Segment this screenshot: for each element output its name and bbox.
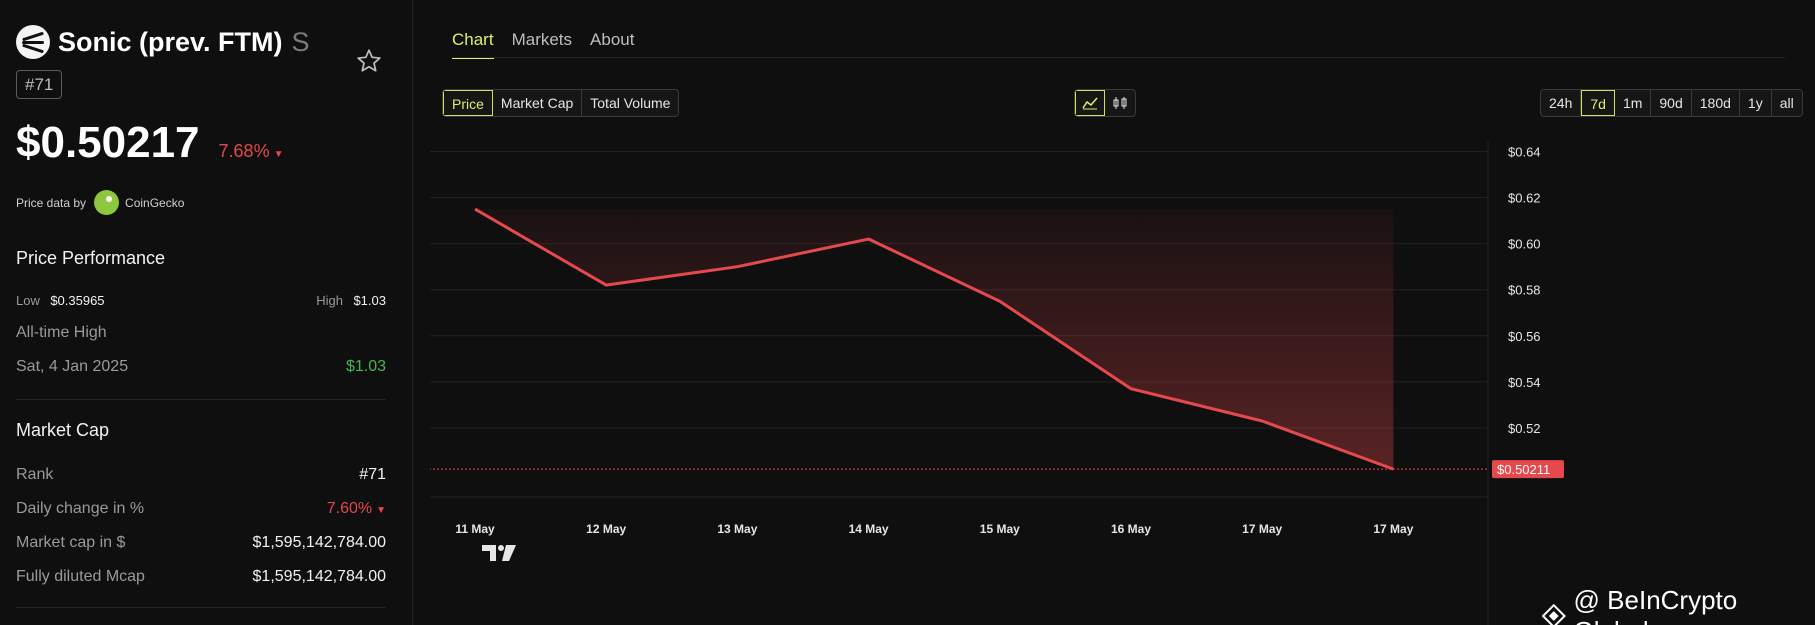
- tradingview-logo-icon: [482, 545, 516, 561]
- coin-symbol: S: [291, 26, 310, 57]
- tab-markets[interactable]: Markets: [512, 30, 572, 59]
- price-button[interactable]: Price: [443, 90, 493, 116]
- market-cap-row: Rank #71: [16, 466, 386, 484]
- range-1m-button[interactable]: 1m: [1615, 90, 1652, 116]
- time-range-toggle: 24h 7d 1m 90d 180d 1y all: [1540, 89, 1803, 117]
- range-all-button[interactable]: all: [1772, 90, 1802, 116]
- row-label: Rank: [16, 466, 54, 483]
- metric-toggle: Price Market Cap Total Volume: [442, 89, 680, 117]
- coin-name: Sonic (prev. FTM): [58, 26, 283, 57]
- ath-label-row: All-time High: [16, 324, 386, 342]
- market-cap-row: Daily change in % 7.60% ▼: [16, 500, 386, 518]
- range-1y-button[interactable]: 1y: [1740, 90, 1772, 116]
- x-tick-label: 14 May: [849, 522, 889, 536]
- y-tick-label: $0.52: [1508, 421, 1541, 436]
- total-volume-button[interactable]: Total Volume: [582, 90, 678, 116]
- sonic-logo-icon: [16, 25, 50, 59]
- x-tick-label: 12 May: [586, 522, 626, 536]
- low-value: $0.35965: [50, 293, 105, 308]
- market-cap-row: Market cap in $ $1,595,142,784.00: [16, 534, 386, 552]
- current-price-tag-text: $0.50211: [1497, 462, 1550, 477]
- y-tick-label: $0.60: [1508, 237, 1541, 252]
- x-tick-label: 15 May: [980, 522, 1020, 536]
- ath-value: $1.03: [345, 358, 386, 375]
- y-tick-label: $0.58: [1508, 283, 1541, 298]
- divider: [16, 607, 386, 608]
- row-value: #71: [359, 466, 386, 483]
- price-performance-title: Price Performance: [16, 248, 166, 268]
- price-row: $0.50217 7.68% ▼: [16, 118, 283, 168]
- row-value: 7.60%: [326, 500, 373, 517]
- high-label: High: [316, 293, 343, 308]
- tab-chart[interactable]: Chart: [452, 30, 494, 59]
- row-label: Market cap in $: [16, 534, 126, 551]
- row-value: $1,595,142,784.00: [252, 534, 386, 551]
- ath-row: Sat, 4 Jan 2025 $1.03: [16, 358, 386, 376]
- price-change: 7.68%: [218, 141, 270, 161]
- low-high-row: Low $0.35965 High $1.03: [16, 292, 386, 310]
- coin-info-panel: Sonic (prev. FTM) S #71 $0.50217 7.68% ▼…: [0, 0, 412, 625]
- high-value: $1.03: [353, 293, 386, 308]
- x-tick-label: 16 May: [1111, 522, 1151, 536]
- down-arrow-icon: ▼: [273, 149, 284, 160]
- price-data-label: Price data by: [16, 195, 87, 210]
- y-tick-label: $0.62: [1508, 191, 1541, 206]
- range-24h-button[interactable]: 24h: [1541, 90, 1582, 116]
- provider-name[interactable]: CoinGecko: [125, 196, 184, 210]
- range-180d-button[interactable]: 180d: [1692, 90, 1740, 116]
- candlestick-icon[interactable]: [1105, 90, 1135, 116]
- star-icon[interactable]: [356, 48, 382, 74]
- coingecko-logo-icon: [94, 190, 120, 215]
- tab-about[interactable]: About: [590, 30, 634, 59]
- price-area-fill: [475, 209, 1394, 470]
- x-tick-label: 17 May: [1242, 522, 1282, 536]
- ath-date: Sat, 4 Jan 2025: [16, 358, 129, 375]
- divider: [16, 399, 386, 400]
- row-label: Daily change in %: [16, 500, 145, 517]
- chart-type-toggle: [1074, 89, 1136, 117]
- watermark-text: @ BeInCrypto Global: [1573, 585, 1738, 625]
- rank-badge: #71: [16, 70, 63, 99]
- tab-underline: [452, 57, 1785, 58]
- y-tick-label: $0.54: [1508, 375, 1541, 390]
- range-90d-button[interactable]: 90d: [1651, 90, 1692, 116]
- x-tick-label: 17 May: [1373, 522, 1413, 536]
- range-7d-button[interactable]: 7d: [1581, 90, 1615, 116]
- x-tick-label: 13 May: [717, 522, 757, 536]
- watermark: @ BeInCrypto Global: [1542, 585, 1815, 625]
- down-arrow-icon: ▼: [376, 505, 386, 516]
- price-source: Price data by CoinGecko: [16, 190, 184, 215]
- row-value: $1,595,142,784.00: [252, 568, 386, 585]
- y-tick-label: $0.56: [1508, 329, 1541, 344]
- coin-title: Sonic (prev. FTM) S: [16, 22, 310, 62]
- x-tick-label: 11 May: [455, 522, 495, 536]
- panel-divider: [412, 0, 413, 625]
- ath-label: All-time High: [16, 324, 107, 341]
- tab-bar: Chart Markets About: [452, 30, 634, 59]
- beincrypto-logo-icon: [1542, 604, 1566, 625]
- y-tick-label: $0.64: [1508, 145, 1541, 160]
- row-label: Fully diluted Mcap: [16, 568, 145, 585]
- current-price: $0.50217: [16, 118, 200, 167]
- line-chart-icon[interactable]: [1075, 90, 1105, 116]
- low-label: Low: [16, 293, 40, 308]
- price-chart[interactable]: $0.64 $0.62 $0.60 $0.58 $0.56 $0.54 $0.52 11 M…: [405, 130, 1800, 625]
- price-chart-svg[interactable]: $0.64 $0.62 $0.60 $0.58 $0.56 $0.54 $0.52 11 M…: [405, 130, 1800, 625]
- market-cap-button[interactable]: Market Cap: [493, 90, 583, 116]
- market-cap-title: Market Cap: [16, 420, 110, 440]
- market-cap-row: Fully diluted Mcap $1,595,142,784.00: [16, 568, 386, 586]
